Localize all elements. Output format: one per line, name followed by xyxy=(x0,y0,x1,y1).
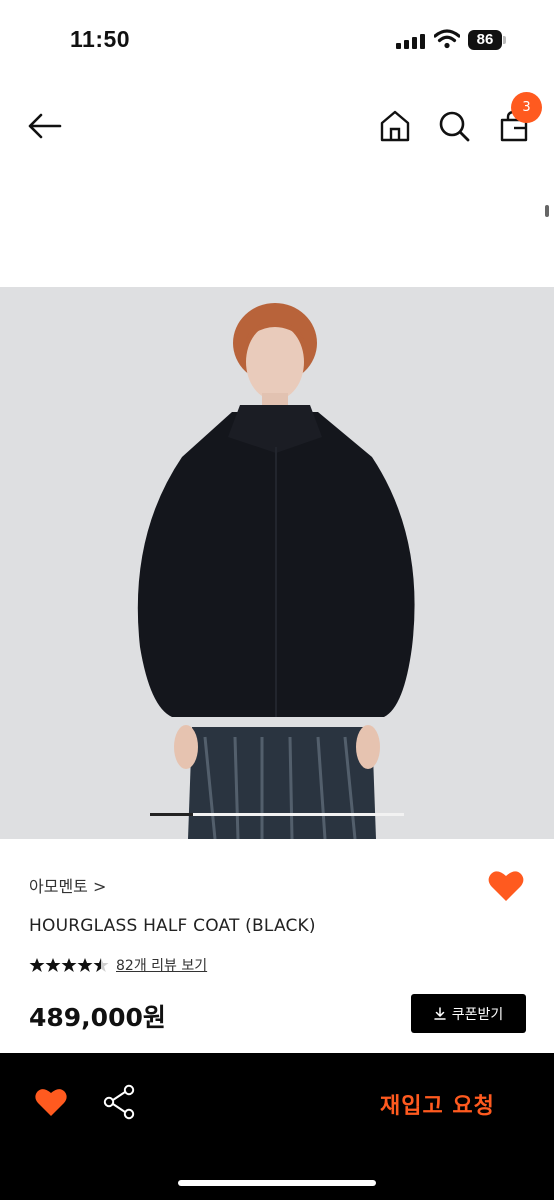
product-name: HOURGLASS HALF COAT (BLACK) xyxy=(29,916,316,936)
search-icon[interactable] xyxy=(437,108,471,144)
bottom-action-bar xyxy=(0,1053,554,1200)
restock-request-button[interactable]: 재입고 요청 xyxy=(380,1088,495,1120)
home-indicator xyxy=(178,1180,376,1186)
star-icon xyxy=(45,958,61,972)
model-coat-illustration xyxy=(137,303,415,839)
cart-count-badge: 3 xyxy=(511,92,542,123)
star-icon xyxy=(29,958,45,972)
status-time: 11:50 xyxy=(70,26,131,52)
battery-icon: 86 xyxy=(468,30,502,50)
coupon-button[interactable]: 쿠폰받기 xyxy=(411,994,526,1033)
back-arrow-icon[interactable] xyxy=(26,108,64,144)
battery-tip xyxy=(503,36,506,44)
share-icon[interactable] xyxy=(102,1084,136,1120)
wishlist-heart-icon[interactable] xyxy=(487,868,525,904)
star-icon xyxy=(77,958,93,972)
coupon-label: 쿠폰받기 xyxy=(451,1006,504,1023)
star-half-icon xyxy=(94,958,109,972)
download-icon xyxy=(433,1007,446,1020)
price: 489,000원 xyxy=(29,1003,166,1032)
home-icon[interactable] xyxy=(379,108,411,144)
brand-link[interactable]: 아모멘토 > xyxy=(29,873,106,897)
product-image[interactable] xyxy=(0,287,554,839)
scroll-indicator xyxy=(545,205,549,217)
rating-stars xyxy=(29,958,109,972)
like-heart-icon[interactable] xyxy=(34,1086,68,1118)
cellular-signal-icon xyxy=(396,33,426,49)
star-icon xyxy=(61,958,77,972)
review-link[interactable]: 82개 리뷰 보기 xyxy=(116,955,207,975)
wifi-icon xyxy=(434,29,460,49)
carousel-progress xyxy=(150,813,193,816)
